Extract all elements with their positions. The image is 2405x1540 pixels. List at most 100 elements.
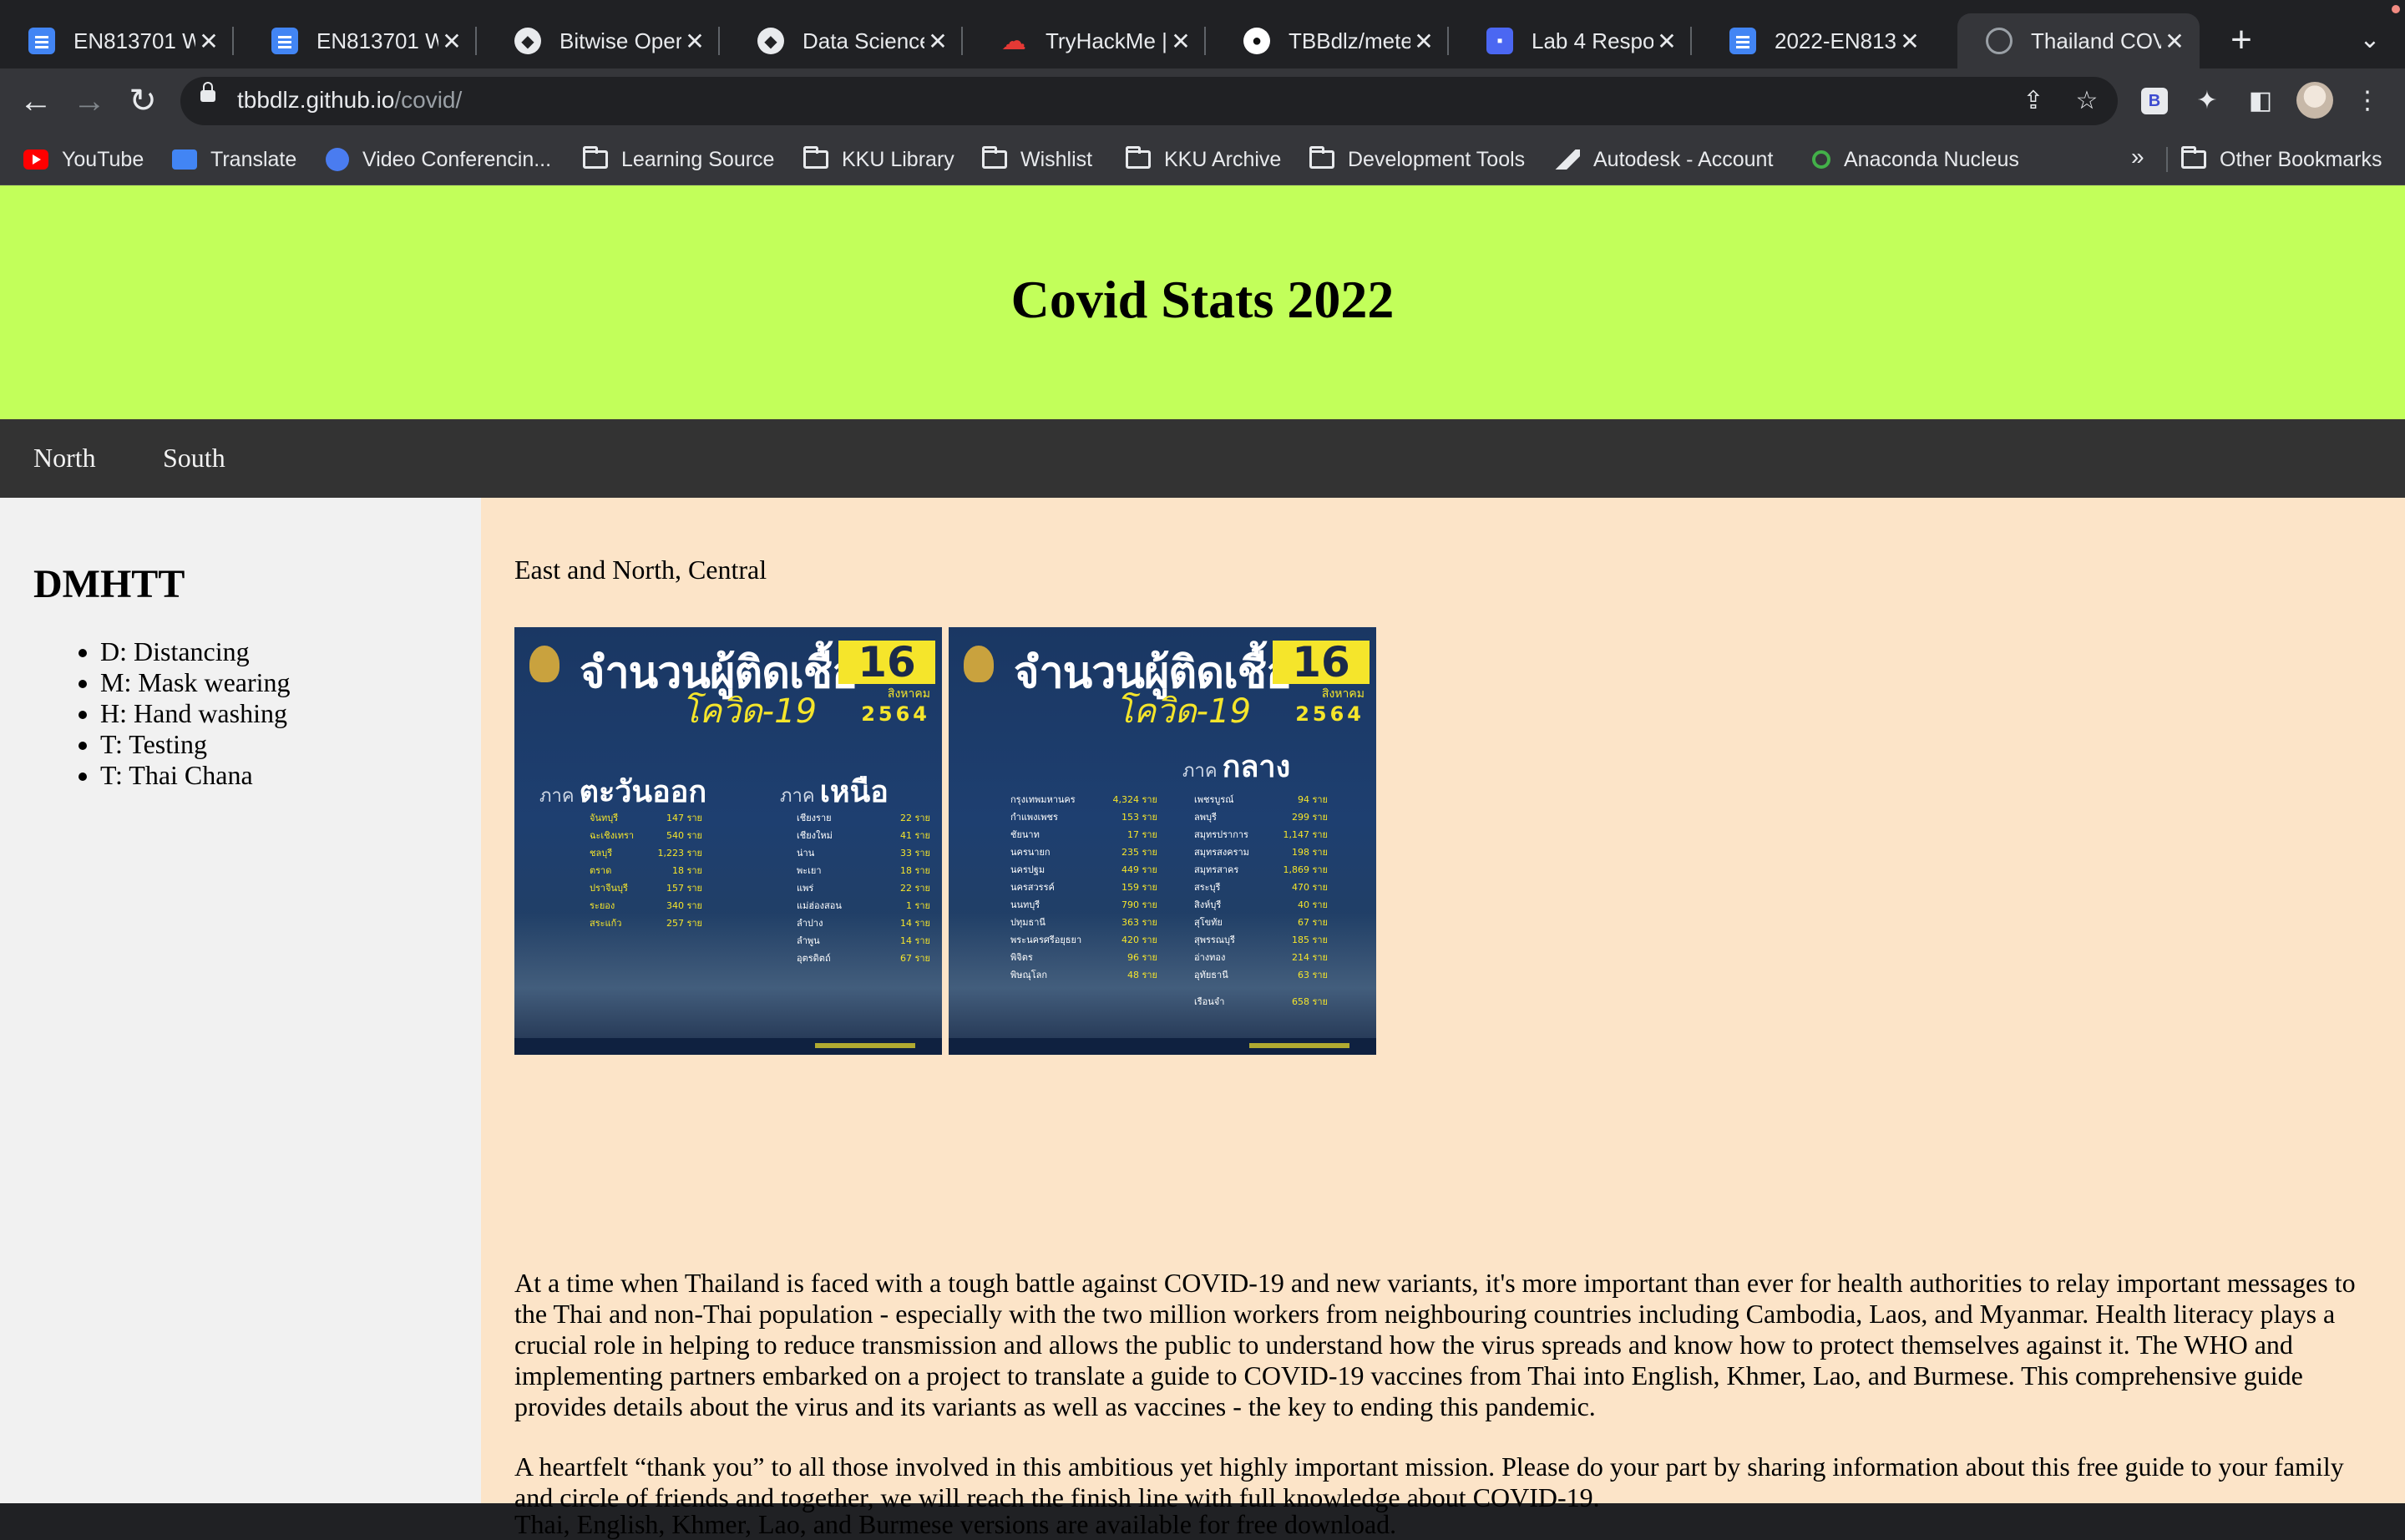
tab[interactable]: ☁ TryHackMe | C ✕ <box>972 13 1206 68</box>
case-count: 18 ราย <box>671 865 702 876</box>
docs-icon <box>271 28 298 54</box>
province-name: จันทบุรี <box>590 813 619 823</box>
region-east-stats: จันทบุรี 147 ราย ฉะเชิงเทรา 540 ราย ชลบุรี 1,… <box>590 809 702 932</box>
bookmark-label: Translate <box>210 147 297 171</box>
tab-title: Thailand COVI <box>2031 28 2161 53</box>
tab-separator <box>1447 27 1449 55</box>
kebab-menu-icon[interactable]: ⋮ <box>2350 84 2385 119</box>
tab-separator <box>1690 27 1692 55</box>
folder-icon <box>583 146 608 169</box>
stat-row: แม่ฮ่องสอน 1 ราย <box>797 897 930 914</box>
case-count: 658 ราย <box>1291 996 1328 1007</box>
case-count: 235 ราย <box>1121 847 1157 858</box>
close-icon[interactable]: ✕ <box>2161 28 2188 55</box>
case-count: 63 ราย <box>1297 970 1328 980</box>
close-icon[interactable]: ✕ <box>924 28 951 55</box>
stat-row: นครนายก 235 ราย <box>1010 843 1157 861</box>
stat-row: นนทบุรี 790 ราย <box>1010 896 1157 914</box>
close-icon[interactable]: ✕ <box>1167 28 1194 55</box>
tab[interactable]: ◆ Data Science \ ✕ <box>729 13 963 68</box>
close-icon[interactable]: ✕ <box>195 28 222 55</box>
folder-icon <box>1309 146 1334 169</box>
case-count: 48 ราย <box>1127 970 1157 980</box>
nav-link-south[interactable]: South <box>163 443 225 474</box>
nav-link-north[interactable]: North <box>33 443 96 474</box>
tab[interactable]: ▪ Lab 4 Respons ✕ <box>1458 13 1692 68</box>
stat-row: อุทัยธานี 63 ราย <box>1194 966 1328 984</box>
stat-row: ชลบุรี 1,223 ราย <box>590 844 702 862</box>
lock-icon[interactable] <box>200 82 215 102</box>
bookmark-development-tools[interactable]: Development Tools <box>1309 142 1525 177</box>
stat-row: จันทบุรี 147 ราย <box>590 809 702 827</box>
tab-separator <box>475 27 477 55</box>
province-name: เชียงราย <box>797 813 832 823</box>
tab-active[interactable]: Thailand COVI ✕ <box>1957 13 2200 68</box>
close-icon[interactable]: ✕ <box>1410 28 1437 55</box>
case-count: 1,147 ราย <box>1283 829 1328 840</box>
forward-button[interactable]: → <box>67 79 112 124</box>
avatar[interactable] <box>2296 82 2333 119</box>
close-icon[interactable]: ✕ <box>1653 28 1680 55</box>
close-icon[interactable]: ✕ <box>438 28 465 55</box>
province-name: เรือนจำ <box>1194 996 1225 1007</box>
province-name: สิงห์บุรี <box>1194 899 1222 910</box>
poster-month: สิงหาคม 2564 <box>1295 684 1365 724</box>
bookmark-video-conferencing[interactable]: Video Conferencin... <box>326 142 551 177</box>
close-icon[interactable]: ✕ <box>1896 28 1923 55</box>
back-button[interactable]: ← <box>13 79 58 124</box>
tab[interactable]: ● TBBdlz/metee ✕ <box>1215 13 1449 68</box>
bookmark-anaconda[interactable]: Anaconda Nucleus <box>1812 142 2019 177</box>
close-icon[interactable]: ✕ <box>681 28 708 55</box>
share-icon[interactable]: ⇪ <box>2016 84 2051 119</box>
tab[interactable]: 2022-EN8137 ✕ <box>1701 13 1935 68</box>
region-name: กลาง <box>1222 750 1291 784</box>
case-count: 1 ราย <box>905 900 930 911</box>
stat-row: ปทุมธานี 363 ราย <box>1010 914 1157 931</box>
case-count: 449 ราย <box>1121 864 1157 875</box>
province-name: ตราด <box>590 865 612 876</box>
bookmarks-overflow-button[interactable]: » <box>2131 144 2144 170</box>
bookmark-autodesk[interactable]: Autodesk - Account <box>1555 142 1773 177</box>
bookmark-wishlist[interactable]: Wishlist <box>982 142 1092 177</box>
new-tab-button[interactable]: + <box>2221 20 2261 60</box>
bookmark-kku-library[interactable]: KKU Library <box>803 142 954 177</box>
chevron-down-icon[interactable]: ⌄ <box>2350 20 2390 60</box>
other-bookmarks[interactable]: Other Bookmarks <box>2181 142 2382 177</box>
bookmark-youtube[interactable]: YouTube <box>23 142 144 177</box>
province-name: เพชรบูรณ์ <box>1194 794 1234 805</box>
extension-icon[interactable]: B <box>2141 88 2168 114</box>
bookmark-kku-archive[interactable]: KKU Archive <box>1126 142 1281 177</box>
province-name: พิจิตร <box>1010 952 1033 963</box>
list-item: T: Testing <box>100 729 291 760</box>
region-central-stats-left: กรุงเทพมหานคร 4,324 ราย กำแพงเพชร 153 ราย ชั… <box>1010 791 1157 984</box>
tab[interactable]: ◆ Bitwise Operat ✕ <box>486 13 720 68</box>
case-count: 17 ราย <box>1127 829 1157 840</box>
star-icon[interactable]: ☆ <box>2069 84 2104 119</box>
bookmark-learning-source[interactable]: Learning Source <box>583 142 774 177</box>
bookmark-label: Other Bookmarks <box>2220 147 2382 171</box>
side-panel-icon[interactable]: ◧ <box>2243 84 2278 119</box>
stat-row: ลพบุรี 299 ราย <box>1194 808 1328 826</box>
docs-icon <box>28 28 55 54</box>
poster-subheader: โควิด-19 <box>681 692 818 731</box>
reload-button[interactable]: ↻ <box>120 79 165 124</box>
tab[interactable]: EN813701 Web ✕ <box>243 13 477 68</box>
tab[interactable]: EN813701 Web ✕ <box>0 13 234 68</box>
url-text[interactable]: tbbdlz.github.io/covid/ <box>237 87 462 114</box>
poster-subheader: โควิด-19 <box>1116 692 1252 731</box>
python-icon: ◆ <box>757 28 784 54</box>
stat-row: ลำปาง 14 ราย <box>797 914 930 932</box>
stat-row: นครปฐม 449 ราย <box>1010 861 1157 879</box>
stat-row: แพร่ 22 ราย <box>797 879 930 897</box>
case-count: 257 ราย <box>666 918 702 929</box>
sidebar-heading: DMHTT <box>33 562 185 606</box>
bookmark-translate[interactable]: Translate <box>172 142 296 177</box>
region-central-stats-right: เพชรบูรณ์ 94 ราย ลพบุรี 299 ราย สมุทรปราการ 1… <box>1194 791 1328 984</box>
stat-row: พิษณุโลก 48 ราย <box>1010 966 1157 984</box>
puzzle-icon[interactable]: ✦ <box>2190 84 2225 119</box>
case-count: 340 ราย <box>666 900 702 911</box>
address-bar[interactable]: tbbdlz.github.io/covid/ ⇪ ☆ <box>180 77 2118 125</box>
main-content: East and North, Central จำนวนผู้ติดเชื้อ… <box>481 498 2405 1539</box>
poster-year: 2564 <box>861 702 930 726</box>
case-count: 790 ราย <box>1121 899 1157 910</box>
